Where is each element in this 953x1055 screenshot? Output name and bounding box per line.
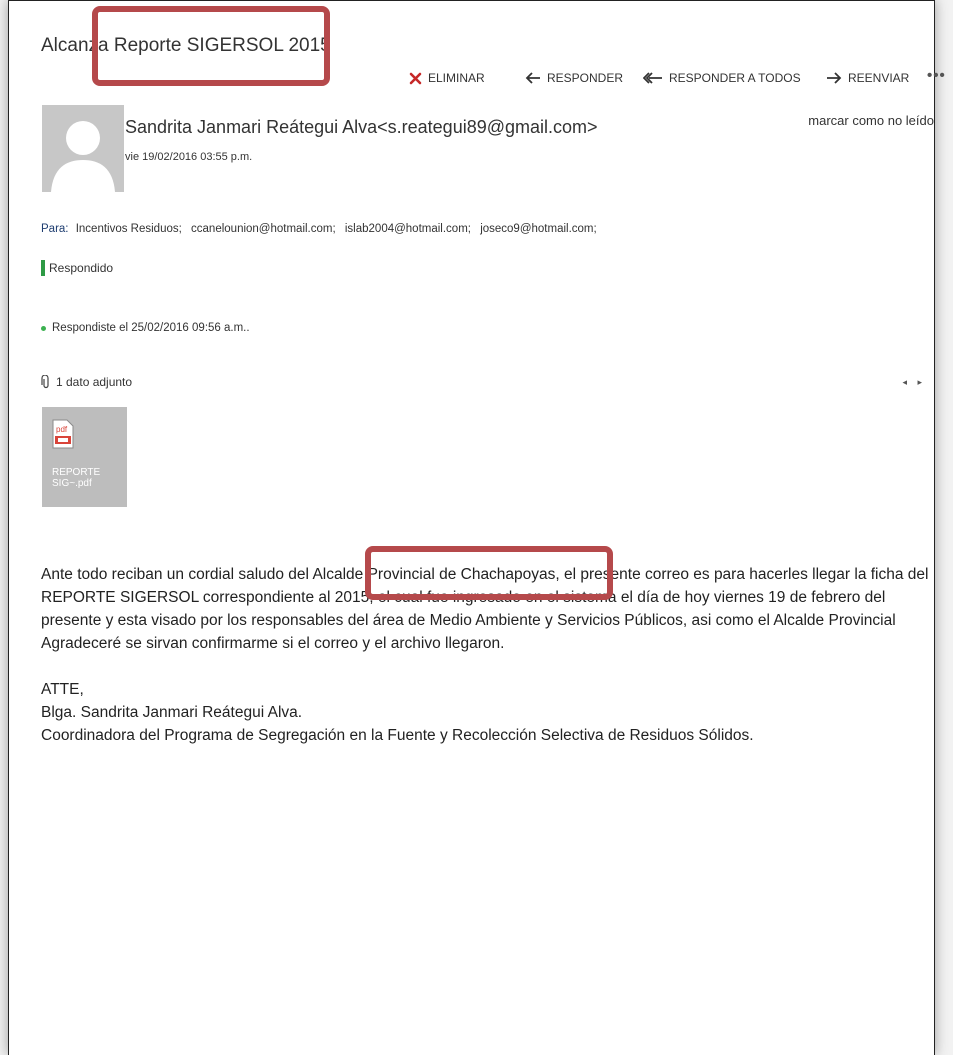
- mark-unread-link[interactable]: marcar como no leído: [808, 113, 934, 128]
- signature-name: Blga. Sandrita Janmari Reátegui Alva.: [41, 704, 303, 721]
- forward-button[interactable]: REENVIAR: [826, 71, 909, 85]
- svg-text:pdf: pdf: [56, 425, 68, 434]
- paperclip-icon: [41, 375, 49, 389]
- default-user-icon: [51, 121, 115, 192]
- recipient[interactable]: ccanelounion@hotmail.com;: [191, 223, 336, 235]
- green-dot-icon: [41, 325, 46, 331]
- attachment-tile[interactable]: pdf REPORTE SIG~.pdf: [42, 407, 127, 507]
- delete-x-icon: [409, 72, 422, 84]
- sent-date: vie 19/02/2016 03:55 p.m.: [125, 151, 253, 163]
- reply-info: Respondiste el 25/02/2016 09:56 a.m..: [41, 322, 250, 334]
- status-badge: Respondido: [41, 260, 113, 276]
- reply-all-label: RESPONDER A TODOS: [669, 71, 801, 85]
- attachment-filename-line: REPORTE: [52, 467, 101, 478]
- attachment-count: 1 dato adjunto: [41, 375, 132, 389]
- signoff: ATTE,: [41, 681, 84, 698]
- status-label: Respondido: [49, 261, 114, 275]
- attachment-nav-arrows[interactable]: ◂ ▸: [902, 377, 926, 388]
- pdf-file-icon: pdf: [52, 419, 74, 449]
- arrow-right-icon: [827, 72, 842, 84]
- email-reading-pane: Alcanza Reporte SIGERSOL 2015 ELIMINAR R…: [8, 0, 945, 1055]
- reply-all-button[interactable]: RESPONDER A TODOS: [643, 71, 801, 85]
- recipient[interactable]: Incentivos Residuos;: [76, 223, 182, 235]
- sender-name: Sandrita Janmari Reátegui Alva<s.reategu…: [125, 117, 598, 137]
- email-subject: Alcanza Reporte SIGERSOL 2015: [41, 35, 331, 56]
- attachment-filename: REPORTE SIG~.pdf: [52, 467, 100, 489]
- reply-button[interactable]: RESPONDER: [525, 71, 623, 85]
- recipient[interactable]: islab2004@hotmail.com;: [345, 223, 471, 235]
- recipients-line: Para: Incentivos Residuos; ccanelounion@…: [41, 223, 603, 235]
- recipient[interactable]: joseco9@hotmail.com;: [480, 223, 597, 235]
- more-actions-button[interactable]: •••: [927, 67, 946, 84]
- forward-label: REENVIAR: [848, 71, 910, 85]
- signature-title: Coordinadora del Programa de Segregación…: [41, 727, 754, 744]
- delete-label: ELIMINAR: [428, 71, 485, 85]
- reply-info-text: Respondiste el 25/02/2016 09:56 a.m..: [52, 322, 250, 334]
- body-paragraph: Ante todo reciban un cordial saludo del …: [41, 566, 929, 629]
- to-label: Para:: [41, 223, 69, 235]
- delete-button[interactable]: ELIMINAR: [409, 71, 485, 85]
- reply-label: RESPONDER: [547, 71, 624, 85]
- avatar: [42, 105, 124, 192]
- arrow-left-icon: [525, 72, 540, 84]
- message-body: Ante todo reciban un cordial saludo del …: [41, 563, 931, 747]
- body-paragraph: Agradeceré se sirvan confirmarme si el c…: [41, 635, 505, 652]
- attachment-count-label: 1 dato adjunto: [56, 375, 133, 389]
- attachment-filename-line: SIG~.pdf: [52, 478, 92, 489]
- status-color-bar: [41, 260, 45, 276]
- double-arrow-left-icon: [643, 72, 662, 84]
- message-toolbar: ELIMINAR RESPONDER RESPONDER A TODOS REE…: [409, 67, 945, 89]
